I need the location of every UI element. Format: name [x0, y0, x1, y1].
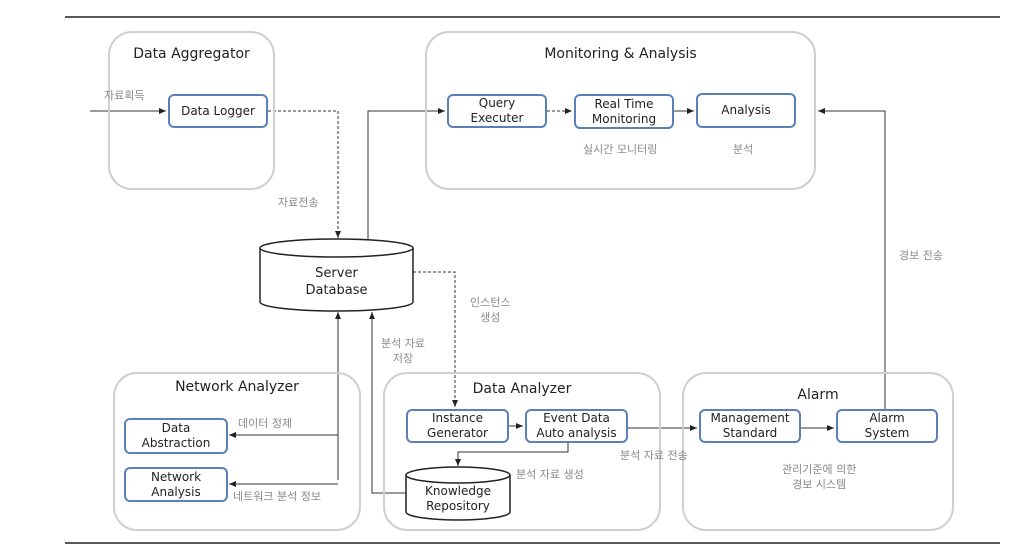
event-data-node[interactable]: Event Data Auto analysis [525, 409, 628, 443]
alarm-system-node[interactable]: Alarm System [836, 409, 938, 443]
label-network-info: 네트워크 분석 정보 [233, 490, 321, 503]
management-standard-node[interactable]: Management Standard [699, 409, 801, 443]
group-title: Network Analyzer [175, 379, 299, 395]
data-abstraction-node[interactable]: Data Abstraction [124, 418, 228, 454]
label-instance-create: 인스턴스 생성 [470, 296, 511, 324]
logger-to-db [268, 110, 341, 238]
group-title: Monitoring & Analysis [544, 46, 697, 62]
label-transfer: 자료전송 [278, 196, 319, 209]
analysis-node[interactable]: Analysis [696, 93, 796, 128]
label-analysis-send: 분석 자료 전송 [620, 449, 688, 462]
label-alarm-send: 경보 전송 [899, 249, 943, 262]
instance-generator-node[interactable]: Instance Generator [406, 409, 509, 443]
server-database-label[interactable]: Server Database [260, 265, 413, 299]
knowledge-repository-label[interactable]: Knowledge Repository [406, 484, 510, 514]
label-analysis-store: 분석 자료 저장 [381, 337, 425, 365]
architecture-diagram: Data Aggregator Monitoring & Analysis Ne… [0, 0, 1034, 560]
alarm-to-monitoring [818, 108, 886, 409]
group-alarm: Alarm [682, 372, 954, 531]
label-analysis-generate: 분석 자료 생성 [516, 468, 584, 481]
network-analysis-node[interactable]: Network Analysis [124, 467, 228, 502]
label-alarm-by-standard: 관리기준에 의한 경보 시스템 [782, 463, 857, 491]
label-realtime: 실시간 모니터링 [583, 143, 658, 156]
real-time-monitoring-node[interactable]: Real Time Monitoring [574, 94, 674, 129]
group-title: Alarm [797, 387, 839, 403]
query-executer-node[interactable]: Query Executer [447, 94, 547, 128]
label-acquire: 자료획득 [104, 89, 145, 102]
label-data-cleanse: 데이터 정제 [238, 417, 293, 430]
group-title: Data Analyzer [472, 381, 572, 397]
label-analysis: 분석 [733, 143, 754, 156]
group-title: Data Aggregator [133, 46, 250, 62]
data-logger-node[interactable]: Data Logger [168, 94, 268, 128]
